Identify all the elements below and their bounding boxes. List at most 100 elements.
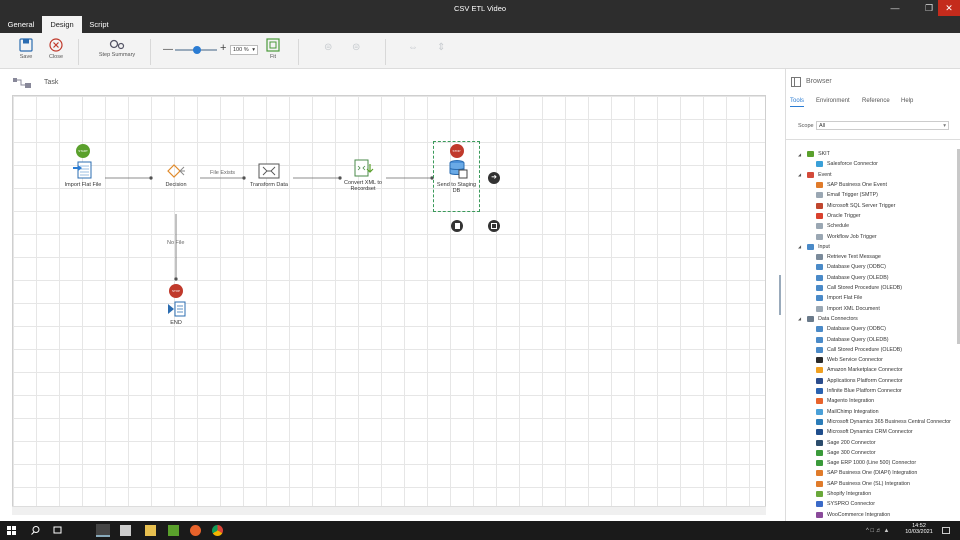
tree-item-label: Microsoft Dynamics 365 Business Central … — [827, 418, 951, 425]
tool-icon — [816, 223, 823, 230]
tree-item[interactable]: Workflow Job Trigger — [816, 231, 877, 241]
tree-item[interactable]: Sage 300 Connector — [816, 448, 876, 458]
tree-item[interactable]: MailChimp Integration — [816, 407, 879, 417]
tree-item[interactable]: Retrieve Text Message — [816, 252, 881, 262]
zoom-in-button[interactable]: + — [220, 42, 226, 54]
node-decision[interactable]: Decision — [151, 162, 201, 188]
search-icon[interactable] — [30, 525, 41, 536]
zoom-value: 100 % — [233, 47, 249, 53]
workflow-canvas[interactable]: File Exists No File START Import Flat Fi… — [12, 95, 766, 515]
expand-caret-icon[interactable]: ◢ — [798, 316, 801, 321]
browser-tab-reference[interactable]: Reference — [862, 98, 890, 104]
node-import-flat-file[interactable]: START Import Flat File — [53, 144, 113, 188]
tree-item[interactable]: Salesforce Connector — [816, 159, 878, 169]
expand-caret-icon[interactable]: ◢ — [798, 152, 801, 157]
tool-icon — [816, 264, 823, 271]
zoom-out-button[interactable]: — — [163, 44, 173, 55]
file-explorer-icon[interactable] — [145, 525, 156, 536]
delete-node-icon[interactable] — [451, 220, 463, 232]
tree-item[interactable]: SYSPRO Connector — [816, 499, 875, 509]
fit-button[interactable]: Fit — [263, 38, 283, 60]
tab-design[interactable]: Design — [42, 16, 82, 33]
splitter-handle[interactable] — [779, 275, 781, 315]
zoom-select[interactable]: 100 % ▾ — [230, 45, 258, 55]
tree-group[interactable]: ◢ Input — [798, 242, 830, 252]
tree-item[interactable]: Magento Integration — [816, 396, 874, 406]
windows-start-icon[interactable] — [6, 525, 17, 536]
close-button[interactable]: Close — [44, 38, 68, 60]
node-end[interactable]: STOP END — [155, 284, 197, 326]
tree-item[interactable]: Infinite Blue Platform Connector — [816, 386, 902, 396]
task-view-icon[interactable] — [52, 525, 63, 536]
minimize-button[interactable]: — — [882, 0, 908, 16]
chrome-icon[interactable] — [212, 525, 223, 536]
app-etl-icon[interactable] — [96, 524, 110, 537]
app-green-icon[interactable] — [168, 525, 179, 536]
distribute-horizontal-icon[interactable]: ⇔ — [408, 42, 418, 53]
next-arrow-icon[interactable]: ➜ — [488, 172, 500, 184]
tree-item[interactable]: Schedule — [816, 221, 849, 231]
align-right-icon[interactable]: ⊜ — [352, 42, 360, 53]
step-summary-label: Step Summary — [98, 52, 136, 58]
notifications-icon[interactable] — [942, 527, 950, 534]
scope-select[interactable]: All ▾ — [816, 121, 949, 130]
canvas-horizontal-scrollbar[interactable] — [12, 506, 766, 515]
align-left-icon[interactable]: ⊜ — [324, 42, 332, 53]
ribbon-separator — [298, 39, 299, 65]
tree-item[interactable]: Shopify Integration — [816, 489, 871, 499]
tree-item[interactable]: WooCommerce Integration — [816, 510, 890, 520]
step-summary-button[interactable]: Step Summary — [96, 38, 138, 58]
tree-item[interactable]: SAP Business One (DIAPI) Integration — [816, 468, 917, 478]
tree-item[interactable]: Email Trigger (SMTP) — [816, 190, 878, 200]
tree-item[interactable]: Import Flat File — [816, 293, 862, 303]
tree-group[interactable]: ◢ Event — [798, 170, 832, 180]
browser-tab-help[interactable]: Help — [901, 98, 913, 104]
tool-icon — [816, 388, 823, 395]
tree-item[interactable]: Database Query (OLEDB) — [816, 334, 889, 344]
close-label: Close — [48, 54, 64, 60]
tree-item[interactable]: Oracle Trigger — [816, 211, 861, 221]
node-settings-icon[interactable] — [488, 220, 500, 232]
tree-item[interactable]: SAP Business One (SL) Integration — [816, 479, 910, 489]
tree-item[interactable]: Database Query (ODBC) — [816, 324, 886, 334]
tree-item[interactable]: Database Query (ODBC) — [816, 262, 886, 272]
save-button[interactable]: Save — [14, 38, 38, 60]
system-tray-icons[interactable]: ^ □ ♬ ▲ — [866, 528, 889, 534]
tree-item[interactable]: Web Service Connector — [816, 355, 883, 365]
tree-item[interactable]: Call Stored Procedure (OLEDB) — [816, 345, 902, 355]
tree-item[interactable]: Microsoft Dynamics CRM Connector — [816, 427, 913, 437]
close-window-button[interactable]: ✕ — [938, 0, 960, 16]
tree-item[interactable]: SAP Business One Event — [816, 180, 887, 190]
node-transform-data[interactable]: Transform Data — [241, 162, 297, 188]
tree-item[interactable]: Microsoft SQL Server Trigger — [816, 201, 895, 211]
browser-tab-environment[interactable]: Environment — [816, 98, 850, 104]
tree-item[interactable]: Database Query (OLEDB) — [816, 273, 889, 283]
tree-item[interactable]: Applications Platform Connector — [816, 376, 903, 386]
zoom-slider-thumb[interactable] — [193, 46, 201, 54]
expand-caret-icon[interactable]: ◢ — [798, 244, 801, 249]
tree-item[interactable]: Microsoft Dynamics 365 Business Central … — [816, 417, 951, 427]
tree-item[interactable]: Import XML Document — [816, 304, 880, 314]
distribute-vertical-icon[interactable]: ⇕ — [437, 42, 445, 53]
app-window-icon[interactable] — [120, 525, 131, 536]
node-convert-xml[interactable]: Convert XML to Recordset — [335, 158, 391, 192]
tab-script[interactable]: Script — [84, 16, 114, 33]
tree-item[interactable]: Call Stored Procedure (OLEDB) — [816, 283, 902, 293]
tree-group[interactable]: ◢ SKIT — [798, 149, 830, 159]
expand-caret-icon[interactable]: ◢ — [798, 172, 801, 177]
tree-item[interactable]: Sage 200 Connector — [816, 437, 876, 447]
end-workflow-icon — [168, 301, 186, 317]
tree-item-label: Microsoft Dynamics CRM Connector — [827, 429, 913, 436]
browser-tab-tools[interactable]: Tools — [790, 98, 805, 107]
node-send-staging[interactable]: STOP Send to Staging DB — [433, 141, 480, 212]
tree-item[interactable]: Amazon Marketplace Connector — [816, 365, 903, 375]
clock[interactable]: 14:52 10/03/2021 — [902, 523, 936, 535]
tree-item-label: Applications Platform Connector — [827, 377, 903, 384]
app-orange-icon[interactable] — [190, 525, 201, 536]
tab-general[interactable]: General — [4, 16, 38, 33]
tree-item[interactable]: Sage ERP 1000 (Line 500) Connector — [816, 458, 916, 468]
tree-item-label: SYSPRO Connector — [827, 501, 875, 508]
tree-item-label: Magento Integration — [827, 398, 875, 405]
tree-group[interactable]: ◢ Data Connectors — [798, 314, 858, 324]
ribbon-separator — [78, 39, 79, 65]
